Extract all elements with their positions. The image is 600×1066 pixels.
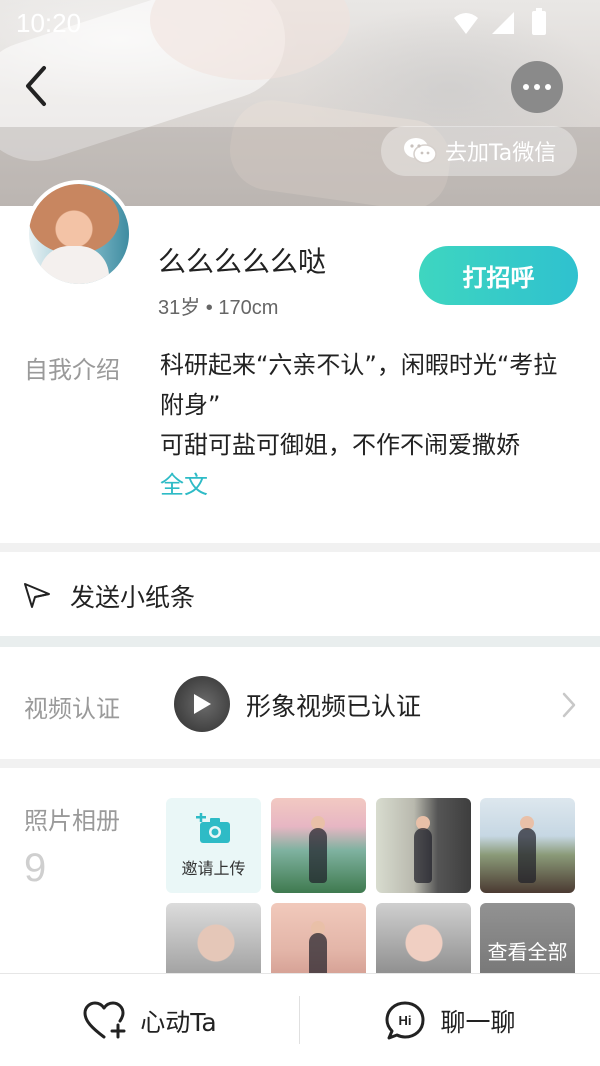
video-status: 形象视频已认证	[246, 692, 422, 721]
back-button[interactable]	[18, 64, 58, 108]
section-divider	[0, 543, 600, 552]
section-divider	[0, 759, 600, 768]
intro-line-2: 可甜可盐可御姐，不作不闹爱撒娇	[160, 431, 520, 459]
like-button[interactable]: 心动Ta	[0, 974, 299, 1066]
intro-label: 自我介绍	[24, 356, 120, 384]
video-verification-row[interactable]: 视频认证 形象视频已认证	[0, 647, 600, 759]
view-all-label: 查看全部	[487, 940, 568, 964]
status-bar: 10:20	[0, 0, 600, 48]
dot	[523, 84, 529, 90]
dot	[545, 84, 551, 90]
album-count: 9	[24, 846, 47, 890]
album-photo[interactable]	[271, 798, 366, 893]
send-note-row[interactable]: 发送小纸条	[0, 552, 600, 636]
intro-text: 科研起来“六亲不认”，闲暇时光“考拉附身” 可甜可盐可御姐，不作不闹爱撒娇	[160, 345, 570, 465]
heart-plus-icon	[83, 1001, 126, 1038]
read-more-link[interactable]: 全文	[160, 465, 208, 500]
add-wechat-button[interactable]: 去加Ta微信	[381, 126, 577, 176]
paper-plane-icon	[24, 583, 50, 608]
status-icons	[454, 8, 546, 35]
hi-chat-icon: Hi	[385, 1001, 425, 1039]
album-label: 照片相册	[24, 807, 120, 835]
section-divider	[0, 636, 600, 647]
video-label: 视频认证	[24, 695, 120, 723]
svg-text:Hi: Hi	[399, 1013, 412, 1028]
chat-button[interactable]: Hi 聊一聊	[300, 974, 600, 1066]
camera-add-icon	[195, 812, 230, 843]
user-name: 么么么么么哒	[158, 246, 327, 277]
user-meta: 31岁 • 170cm	[158, 297, 279, 319]
chevron-left-icon	[26, 66, 46, 106]
play-icon	[194, 694, 211, 714]
video-thumbnail[interactable]	[174, 676, 230, 732]
more-button[interactable]	[511, 61, 563, 113]
dot	[534, 84, 540, 90]
album-photo[interactable]	[480, 798, 575, 893]
chevron-right-icon	[562, 692, 576, 718]
album-photo[interactable]	[376, 798, 471, 893]
avatar[interactable]	[25, 180, 133, 288]
invite-upload-button[interactable]: 邀请上传	[166, 798, 261, 893]
invite-upload-label: 邀请上传	[181, 858, 246, 878]
greet-button[interactable]: 打招呼	[419, 246, 578, 305]
like-label: 心动Ta	[140, 1007, 217, 1037]
add-wechat-label: 去加Ta微信	[445, 141, 557, 166]
send-note-label: 发送小纸条	[70, 583, 196, 612]
intro-line-1: 科研起来“六亲不认”，闲暇时光“考拉附身”	[160, 351, 558, 419]
status-time: 10:20	[16, 8, 82, 38]
wechat-icon	[404, 138, 437, 164]
chat-label: 聊一聊	[440, 1007, 516, 1037]
bottom-action-bar: 心动Ta Hi 聊一聊	[0, 973, 600, 1066]
